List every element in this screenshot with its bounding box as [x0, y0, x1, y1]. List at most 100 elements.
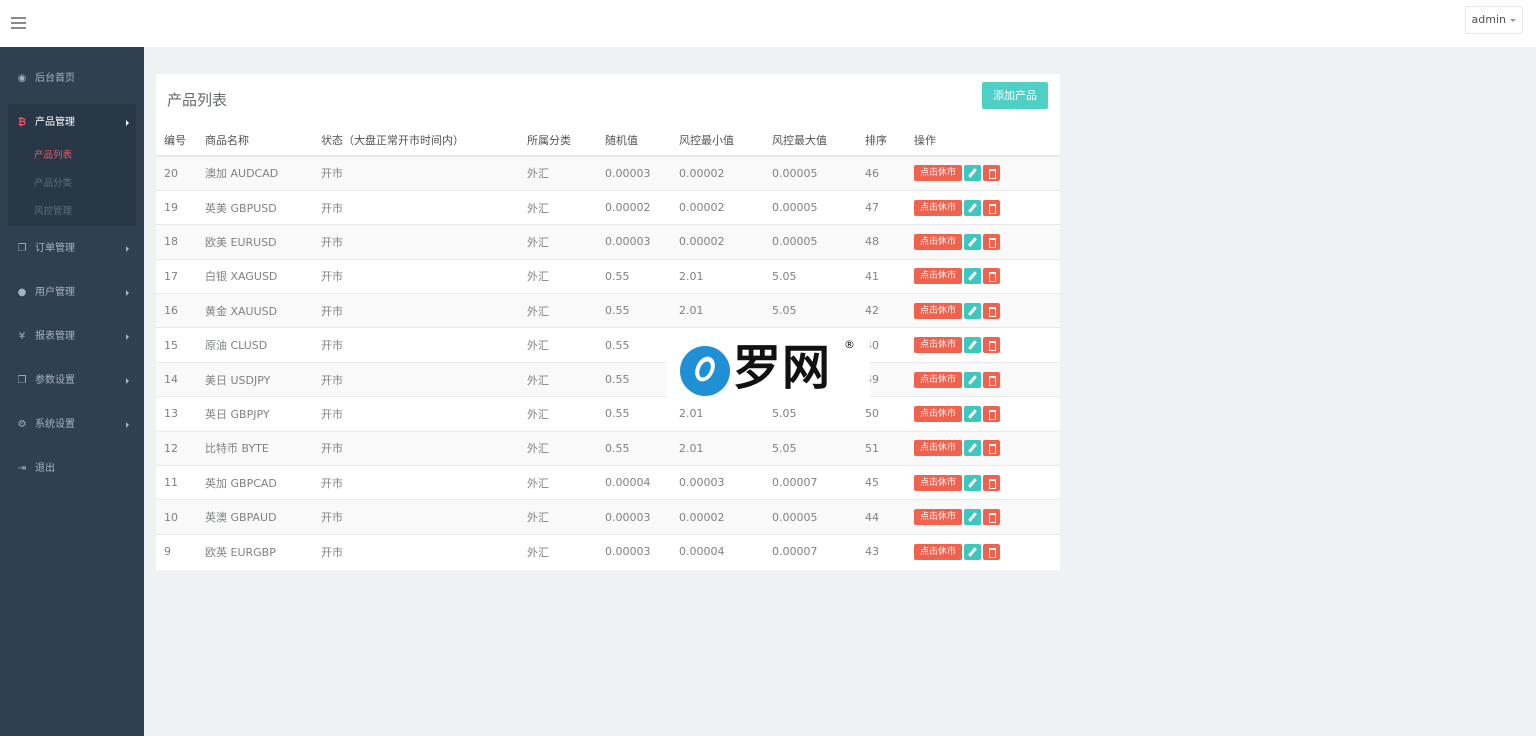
product-table: 编号 商品名称 状态（大盘正常开市时间内） 所属分类 随机值 风控最小值 风控最… — [156, 125, 1060, 569]
edit-pencil-icon[interactable] — [964, 199, 981, 216]
edit-pencil-icon[interactable] — [964, 474, 981, 491]
sidebar-subitem-product-category[interactable]: 产品分类 — [34, 178, 72, 190]
delete-trash-icon[interactable] — [983, 302, 1000, 319]
delete-trash-icon[interactable] — [983, 268, 1000, 285]
risk-max-cell: 5.05 — [772, 293, 865, 328]
column-header: 编号 — [156, 125, 205, 157]
user-name: admin — [1471, 13, 1506, 26]
actions-cell: 点击休市 — [914, 293, 1060, 328]
close-market-button[interactable]: 点击休市 — [914, 233, 962, 250]
edit-pencil-icon[interactable] — [964, 233, 981, 250]
close-market-button[interactable]: 点击休市 — [914, 199, 962, 216]
edit-pencil-icon[interactable] — [964, 440, 981, 457]
risk-max-cell: 5.05 — [772, 258, 865, 294]
close-market-button[interactable]: 点击休市 — [914, 474, 962, 491]
user-dropdown[interactable]: admin — [1464, 6, 1523, 34]
close-market-button[interactable]: 点击休市 — [914, 165, 962, 182]
sidebar-item-users[interactable]: ● 用户管理 — [0, 283, 144, 305]
sort-cell: 45 — [865, 465, 914, 500]
risk-min-cell: 0.00002 — [679, 189, 772, 225]
close-market-button[interactable]: 点击休市 — [914, 268, 962, 285]
column-header: 风控最小值 — [679, 125, 772, 157]
edit-pencil-icon[interactable] — [964, 268, 981, 285]
column-header: 所属分类 — [527, 125, 605, 157]
edit-pencil-icon[interactable] — [964, 371, 981, 388]
status-cell: 开市 — [321, 499, 527, 535]
caret-right-icon — [126, 334, 129, 340]
delete-trash-icon[interactable] — [983, 165, 1000, 182]
bitcoin-icon: ₿ — [17, 117, 27, 128]
name-cell: 欧美 EURUSD — [205, 224, 321, 260]
menu-toggle-icon[interactable] — [11, 17, 26, 29]
column-header: 排序 — [865, 125, 914, 157]
sort-cell: 48 — [865, 224, 914, 260]
name-cell: 欧英 EURGBP — [205, 533, 321, 569]
delete-trash-icon[interactable] — [983, 337, 1000, 354]
actions-cell: 点击休市 — [914, 430, 1060, 466]
sidebar-item-system[interactable]: ⚙ 系统设置 — [0, 415, 144, 437]
delete-trash-icon[interactable] — [983, 233, 1000, 250]
caret-right-icon — [126, 290, 129, 296]
close-market-button[interactable]: 点击休市 — [914, 440, 962, 457]
edit-pencil-icon[interactable] — [964, 302, 981, 319]
copy-icon: ❐ — [17, 243, 27, 254]
risk-max-cell: 0.00005 — [772, 499, 865, 535]
caret-right-icon — [126, 378, 129, 384]
delete-trash-icon[interactable] — [983, 405, 1000, 422]
actions-cell: 点击休市 — [914, 465, 1060, 500]
risk-max-cell: 0.00005 — [772, 224, 865, 260]
close-market-button[interactable]: 点击休市 — [914, 371, 962, 388]
close-market-button[interactable]: 点击休市 — [914, 509, 962, 526]
edit-pencil-icon[interactable] — [964, 165, 981, 182]
sidebar-item-label: 订单管理 — [35, 243, 75, 254]
edit-pencil-icon[interactable] — [964, 543, 981, 560]
sidebar-subitem-product-list[interactable]: 产品列表 — [34, 150, 72, 162]
sidebar-item-products[interactable]: ₿ 产品管理 — [0, 113, 144, 135]
caret-right-icon — [126, 422, 129, 428]
sidebar-item-params[interactable]: ❐ 参数设置 — [0, 371, 144, 393]
delete-trash-icon[interactable] — [983, 440, 1000, 457]
sidebar-subitem-risk-control[interactable]: 风控管理 — [34, 206, 72, 218]
risk-max-cell: 5.05 — [772, 396, 865, 432]
edit-pencil-icon[interactable] — [964, 509, 981, 526]
add-product-button[interactable]: 添加产品 — [982, 82, 1048, 109]
name-cell: 原油 CLUSD — [205, 327, 321, 363]
random-value-cell: 0.00004 — [605, 465, 679, 500]
id-cell: 11 — [156, 465, 205, 500]
name-cell: 美日 USDJPY — [205, 361, 321, 397]
close-market-button[interactable]: 点击休市 — [914, 405, 962, 422]
delete-trash-icon[interactable] — [983, 543, 1000, 560]
risk-max-cell: 0.00005 — [772, 155, 865, 191]
actions-cell: 点击休市 — [914, 533, 1060, 569]
random-value-cell: 0.00003 — [605, 533, 679, 569]
sidebar-item-reports[interactable]: ¥ 报表管理 — [0, 327, 144, 349]
close-market-button[interactable]: 点击休市 — [914, 543, 962, 560]
actions-cell: 点击休市 — [914, 361, 1060, 397]
category-cell: 外汇 — [527, 396, 605, 432]
edit-pencil-icon[interactable] — [964, 405, 981, 422]
sidebar-item-logout[interactable]: ⇥ 退出 — [0, 459, 144, 481]
sort-cell: 49 — [865, 361, 914, 397]
close-market-button[interactable]: 点击休市 — [914, 302, 962, 319]
delete-trash-icon[interactable] — [983, 199, 1000, 216]
sidebar-item-label: 退出 — [35, 463, 55, 474]
edit-pencil-icon[interactable] — [964, 337, 981, 354]
random-value-cell: 0.55 — [605, 396, 679, 432]
yen-icon: ¥ — [18, 331, 26, 342]
table-row: 13 英日 GBPJPY 开市 外汇 0.55 2.01 5.05 50 点击休市 — [156, 396, 1060, 432]
sidebar-item-dashboard[interactable]: ◉ 后台首页 — [0, 69, 144, 91]
table-row: 11 英加 GBPCAD 开市 外汇 0.00004 0.00003 0.00007 45 点击… — [156, 465, 1060, 500]
id-cell: 19 — [156, 189, 205, 225]
column-header: 状态（大盘正常开市时间内） — [321, 125, 527, 157]
risk-max-cell: 0.00005 — [772, 189, 865, 225]
delete-trash-icon[interactable] — [983, 474, 1000, 491]
close-market-button[interactable]: 点击休市 — [914, 337, 962, 354]
risk-min-cell: 0.00002 — [679, 224, 772, 260]
sort-cell: 47 — [865, 189, 914, 225]
name-cell: 黄金 XAUUSD — [205, 293, 321, 328]
sidebar-item-orders[interactable]: ❐ 订单管理 — [0, 239, 144, 261]
risk-min-cell: 2.01 — [679, 258, 772, 294]
gears-icon: ⚙ — [17, 419, 27, 430]
delete-trash-icon[interactable] — [983, 371, 1000, 388]
delete-trash-icon[interactable] — [983, 509, 1000, 526]
